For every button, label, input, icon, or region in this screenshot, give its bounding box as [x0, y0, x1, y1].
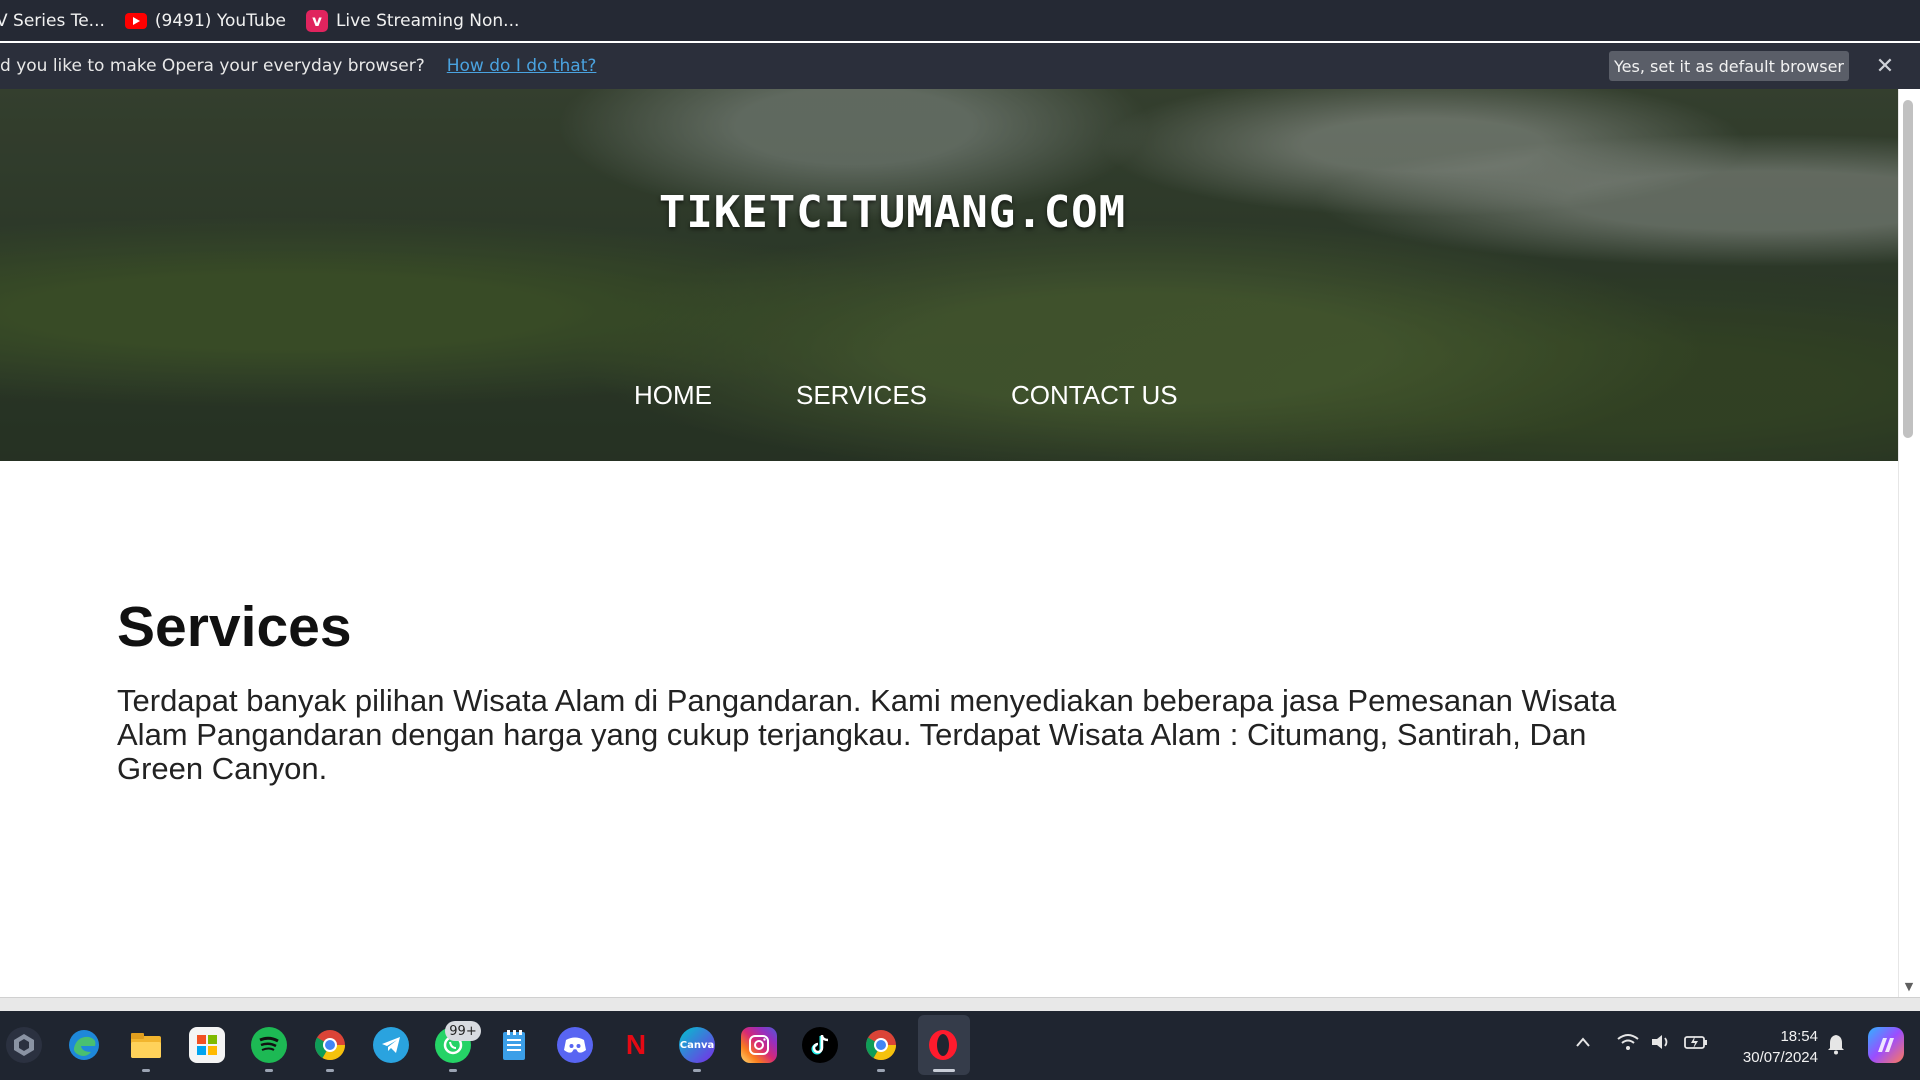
taskbar: 99+ N Canva 18:54 30/07/2024 [0, 1011, 1920, 1080]
discord-icon[interactable] [557, 1027, 593, 1063]
telegram-icon[interactable] [373, 1027, 409, 1063]
default-browser-infobar: d you like to make Opera your everyday b… [0, 43, 1920, 89]
chrome-icon[interactable] [312, 1027, 348, 1063]
running-indicator [326, 1069, 334, 1072]
copilot-icon[interactable] [1868, 1027, 1904, 1063]
services-description: Terdapat banyak pilihan Wisata Alam di P… [117, 683, 1617, 786]
store-icon[interactable] [189, 1027, 225, 1063]
bookmarks-bar: V Series Te... (9491) YouTube v Live Str… [0, 0, 1920, 41]
running-indicator [449, 1069, 457, 1072]
close-icon[interactable]: ✕ [1872, 53, 1898, 79]
running-indicator [693, 1069, 701, 1072]
tiktok-icon[interactable] [802, 1027, 838, 1063]
horizontal-scrollbar[interactable] [0, 997, 1920, 1011]
start-icon[interactable] [6, 1027, 42, 1063]
system-clock[interactable]: 18:54 30/07/2024 [1726, 1026, 1818, 1068]
running-indicator [265, 1069, 273, 1072]
active-indicator [933, 1069, 955, 1072]
spotify-icon[interactable] [251, 1027, 287, 1063]
canva-icon[interactable]: Canva [679, 1027, 715, 1063]
bookmark-label: Live Streaming Non... [335, 10, 520, 31]
set-default-browser-button[interactable]: Yes, set it as default browser [1609, 51, 1849, 81]
clock-time: 18:54 [1780, 1028, 1818, 1045]
scrollbar-thumb[interactable] [1903, 100, 1913, 438]
nav-services[interactable]: SERVICES [796, 380, 927, 411]
opera-icon[interactable] [925, 1027, 961, 1063]
bookmark-youtube[interactable]: (9491) YouTube [124, 10, 286, 32]
clock-date: 30/07/2024 [1742, 1049, 1818, 1066]
running-indicator [142, 1069, 150, 1072]
edge-icon[interactable] [66, 1027, 102, 1063]
nav-contact-us[interactable]: CONTACT US [1011, 380, 1178, 411]
wifi-icon[interactable] [1617, 1033, 1639, 1056]
bookmark-label: (9491) YouTube [154, 10, 286, 31]
instagram-icon[interactable] [741, 1027, 777, 1063]
notification-bell-icon[interactable] [1827, 1033, 1845, 1060]
netflix-icon[interactable]: N [618, 1027, 654, 1063]
site-title[interactable]: TIKETCITUMANG.COM [0, 187, 1785, 238]
bookmark-live-streaming[interactable]: v Live Streaming Non... [305, 9, 520, 32]
youtube-icon [124, 10, 147, 32]
volume-icon[interactable] [1650, 1033, 1672, 1056]
scroll-down-arrow-icon[interactable]: ▼ [1900, 980, 1918, 994]
notepad-icon[interactable] [496, 1027, 532, 1063]
chevron-up-icon[interactable] [1575, 1033, 1591, 1053]
file-explorer-icon[interactable] [128, 1027, 164, 1063]
page-viewport: TIKETCITUMANG.COM HOME SERVICES CONTACT … [0, 89, 1920, 997]
running-indicator [877, 1069, 885, 1072]
chrome-icon[interactable] [863, 1027, 899, 1063]
how-do-i-link[interactable]: How do I do that? [447, 56, 597, 76]
bookmark-item[interactable]: V Series Te... [0, 11, 105, 31]
bookmark-label: V Series Te... [0, 10, 105, 31]
main-nav: HOME SERVICES CONTACT US [634, 380, 1262, 411]
vidio-icon: v [305, 9, 328, 32]
nav-home[interactable]: HOME [634, 380, 712, 411]
infobar-message: d you like to make Opera your everyday b… [0, 56, 425, 76]
whatsapp-badge: 99+ [445, 1021, 481, 1041]
services-heading: Services [117, 595, 352, 659]
battery-icon[interactable] [1684, 1033, 1708, 1056]
hero-banner: TIKETCITUMANG.COM HOME SERVICES CONTACT … [0, 89, 1898, 461]
